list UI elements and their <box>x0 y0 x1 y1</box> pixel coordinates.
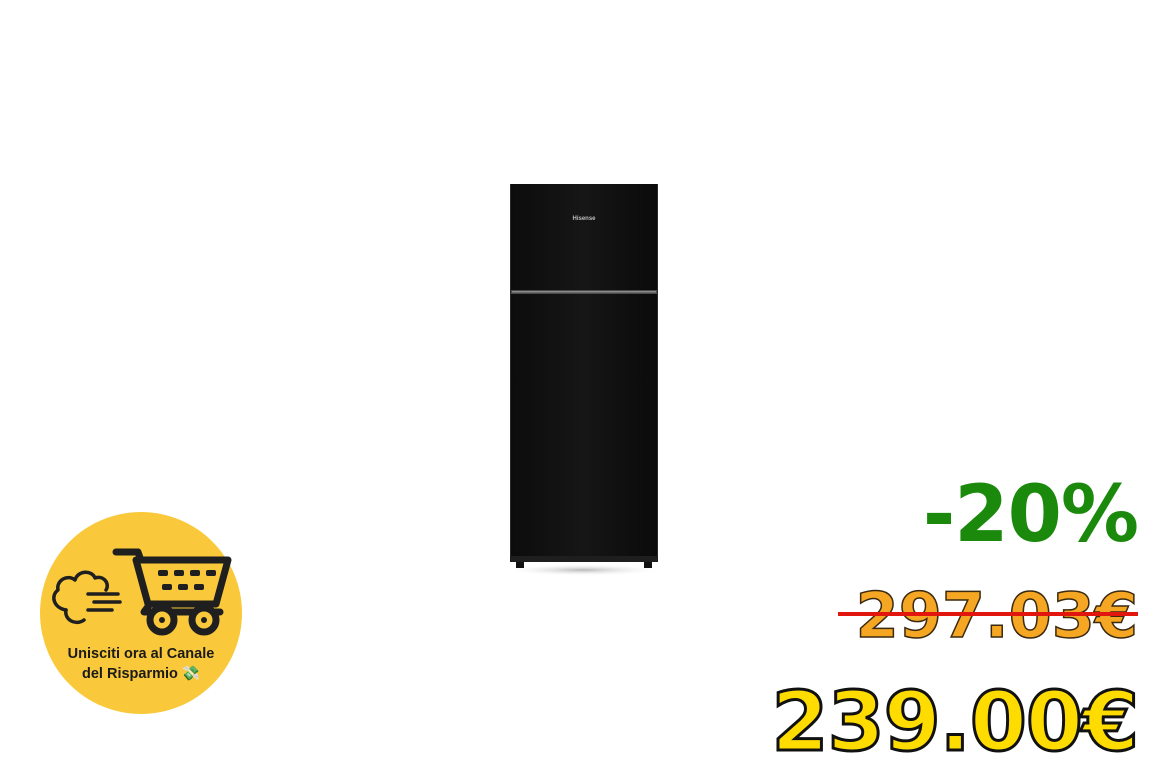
join-channel-badge[interactable]: Unisciti ora al Canale del Risparmio 💸 <box>40 512 242 714</box>
join-channel-text: Unisciti ora al Canale del Risparmio 💸 <box>40 644 242 684</box>
original-price: 297.03€ <box>855 579 1139 653</box>
fridge-brand-label: Hisense <box>572 216 596 222</box>
join-channel-line-2: del Risparmio 💸 <box>82 666 200 682</box>
fridge-icon: Hisense <box>503 184 663 576</box>
join-channel-line-1: Unisciti ora al Canale <box>67 646 215 662</box>
discount-percentage: -20% <box>922 470 1139 560</box>
original-price-strikethrough <box>838 612 1138 616</box>
product-image: Hisense <box>498 178 668 578</box>
promo-canvas: Hisense Unisciti ora al Canale del Rispa… <box>0 0 1170 769</box>
sale-price: 239.00€ <box>770 674 1140 769</box>
